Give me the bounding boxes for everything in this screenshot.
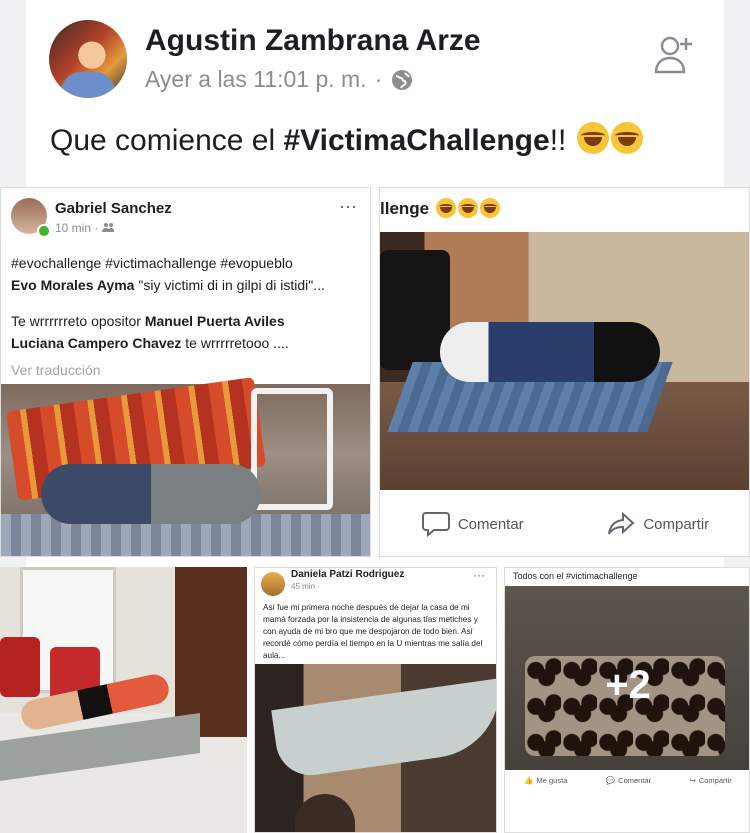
embedded-title-text: llenge (380, 199, 430, 218)
share-button: Compartir (607, 511, 709, 537)
laughing-emoji-icon (479, 198, 500, 218)
embedded-challenge-end: te wrrrrretooo .... (181, 335, 289, 351)
embedded-more-icon: ··· (339, 196, 357, 216)
embedded-photo (255, 664, 496, 832)
translate-link: Ver traducción (11, 362, 101, 378)
photo-tile-4[interactable]: Daniela Patzi Rodriguez 45 min · ··· Así… (254, 567, 497, 833)
add-friend-icon[interactable] (652, 32, 696, 76)
embedded-hashtags: #evochallenge #victimachallenge #evopueb… (11, 255, 293, 271)
post-text: Que comience el #VictimaChallenge!! (50, 122, 643, 158)
embedded-quote-text: "siy victimi di in gilpi di istidi"... (134, 277, 325, 293)
like-button: 👍 Me gusta (524, 776, 567, 785)
laughing-emoji-icon (576, 122, 609, 154)
share-label: Compartir (643, 515, 710, 533)
person-shape (41, 464, 261, 524)
embedded-author-name: Daniela Patzi Rodriguez (291, 569, 405, 580)
post-text-prefix: Que comience el (50, 124, 284, 157)
embedded-post-time: 10 min · (55, 221, 114, 235)
comment-icon: 💬 (605, 776, 616, 785)
embedded-challenge-line-2: Luciana Campero Chavez te wrrrrretooo ..… (11, 332, 361, 354)
door-shape (175, 567, 247, 737)
friends-icon (101, 223, 114, 232)
laughing-emoji-icon (610, 122, 643, 154)
embedded-tag-manuel: Manuel Puerta Aviles (144, 313, 285, 329)
embedded-tag-luciana: Luciana Campero Chavez (11, 335, 182, 351)
embedded-post-text: #evochallenge #victimachallenge #evopueb… (11, 252, 361, 354)
embedded-title: Todos con el #victimachallenge (513, 571, 638, 581)
comment-icon (421, 512, 450, 537)
embedded-photo (1, 377, 370, 556)
embedded-avatar (261, 572, 285, 596)
embedded-tag-evo: Evo Morales Ayma (11, 277, 135, 293)
photo-tile-more[interactable]: Todos con el #victimachallenge +2 👍 Me gu… (504, 567, 750, 833)
more-photos-count[interactable]: +2 (505, 663, 749, 708)
embedded-more-icon: ··· (473, 568, 485, 582)
photo-tile-3[interactable] (0, 567, 247, 833)
meta-separator: · (374, 66, 383, 92)
author-avatar[interactable] (49, 20, 127, 98)
author-name[interactable]: Agustin Zambrana Arze (145, 24, 481, 58)
comment-label: Comentar (618, 776, 652, 785)
photo-tile-2[interactable]: llenge Comentar Compartir (379, 187, 750, 557)
armchair-shape (0, 637, 40, 697)
embedded-photo (380, 232, 749, 490)
share-label: Compartir (698, 776, 732, 785)
like-label: Me gusta (536, 776, 568, 785)
person-shape (295, 794, 355, 832)
embedded-quote: Evo Morales Ayma "siy victimi di in gilp… (11, 274, 361, 296)
post-text-suffix: !! (549, 124, 575, 157)
embedded-author-name: Gabriel Sanchez (55, 200, 172, 217)
like-icon: 👍 (524, 776, 534, 785)
comment-label: Comentar (457, 515, 524, 533)
embedded-title: llenge (380, 198, 500, 219)
post-hashtag[interactable]: #VictimaChallenge (283, 124, 549, 157)
embedded-post-time-text: 10 min · (55, 221, 99, 235)
chair-shape (251, 388, 333, 510)
embedded-actions: Comentar Compartir (380, 490, 749, 556)
laughing-emoji-icon (457, 198, 478, 218)
post-meta: Ayer a las 11:01 p. m. · (145, 66, 414, 93)
share-icon (608, 511, 635, 535)
photo-tile-1[interactable]: Gabriel Sanchez 10 min · ··· #evochallen… (0, 187, 371, 557)
share-icon: ↪ (689, 776, 696, 785)
embedded-actions: 👍 Me gusta 💬 Comentar ↪ Compartir (505, 776, 749, 785)
comment-button: Comentar (421, 511, 524, 537)
comment-button: 💬 Comentar (606, 776, 651, 785)
post-time[interactable]: Ayer a las 11:01 p. m. (145, 66, 367, 93)
person-shape (440, 322, 660, 382)
globe-icon (392, 69, 413, 90)
share-button: ↪ Compartir (690, 776, 732, 785)
laughing-emoji-icon (435, 198, 456, 218)
hammock-shape (271, 678, 496, 780)
embedded-post-time: 45 min · (291, 582, 320, 591)
embedded-challenge-text: Te wrrrrrreto opositor (11, 313, 145, 329)
embedded-post-text: Así fue mi primera noche después de deja… (263, 603, 483, 660)
online-indicator (37, 224, 51, 238)
embedded-challenge-line: Te wrrrrrreto opositor Manuel Puerta Avi… (11, 310, 361, 332)
